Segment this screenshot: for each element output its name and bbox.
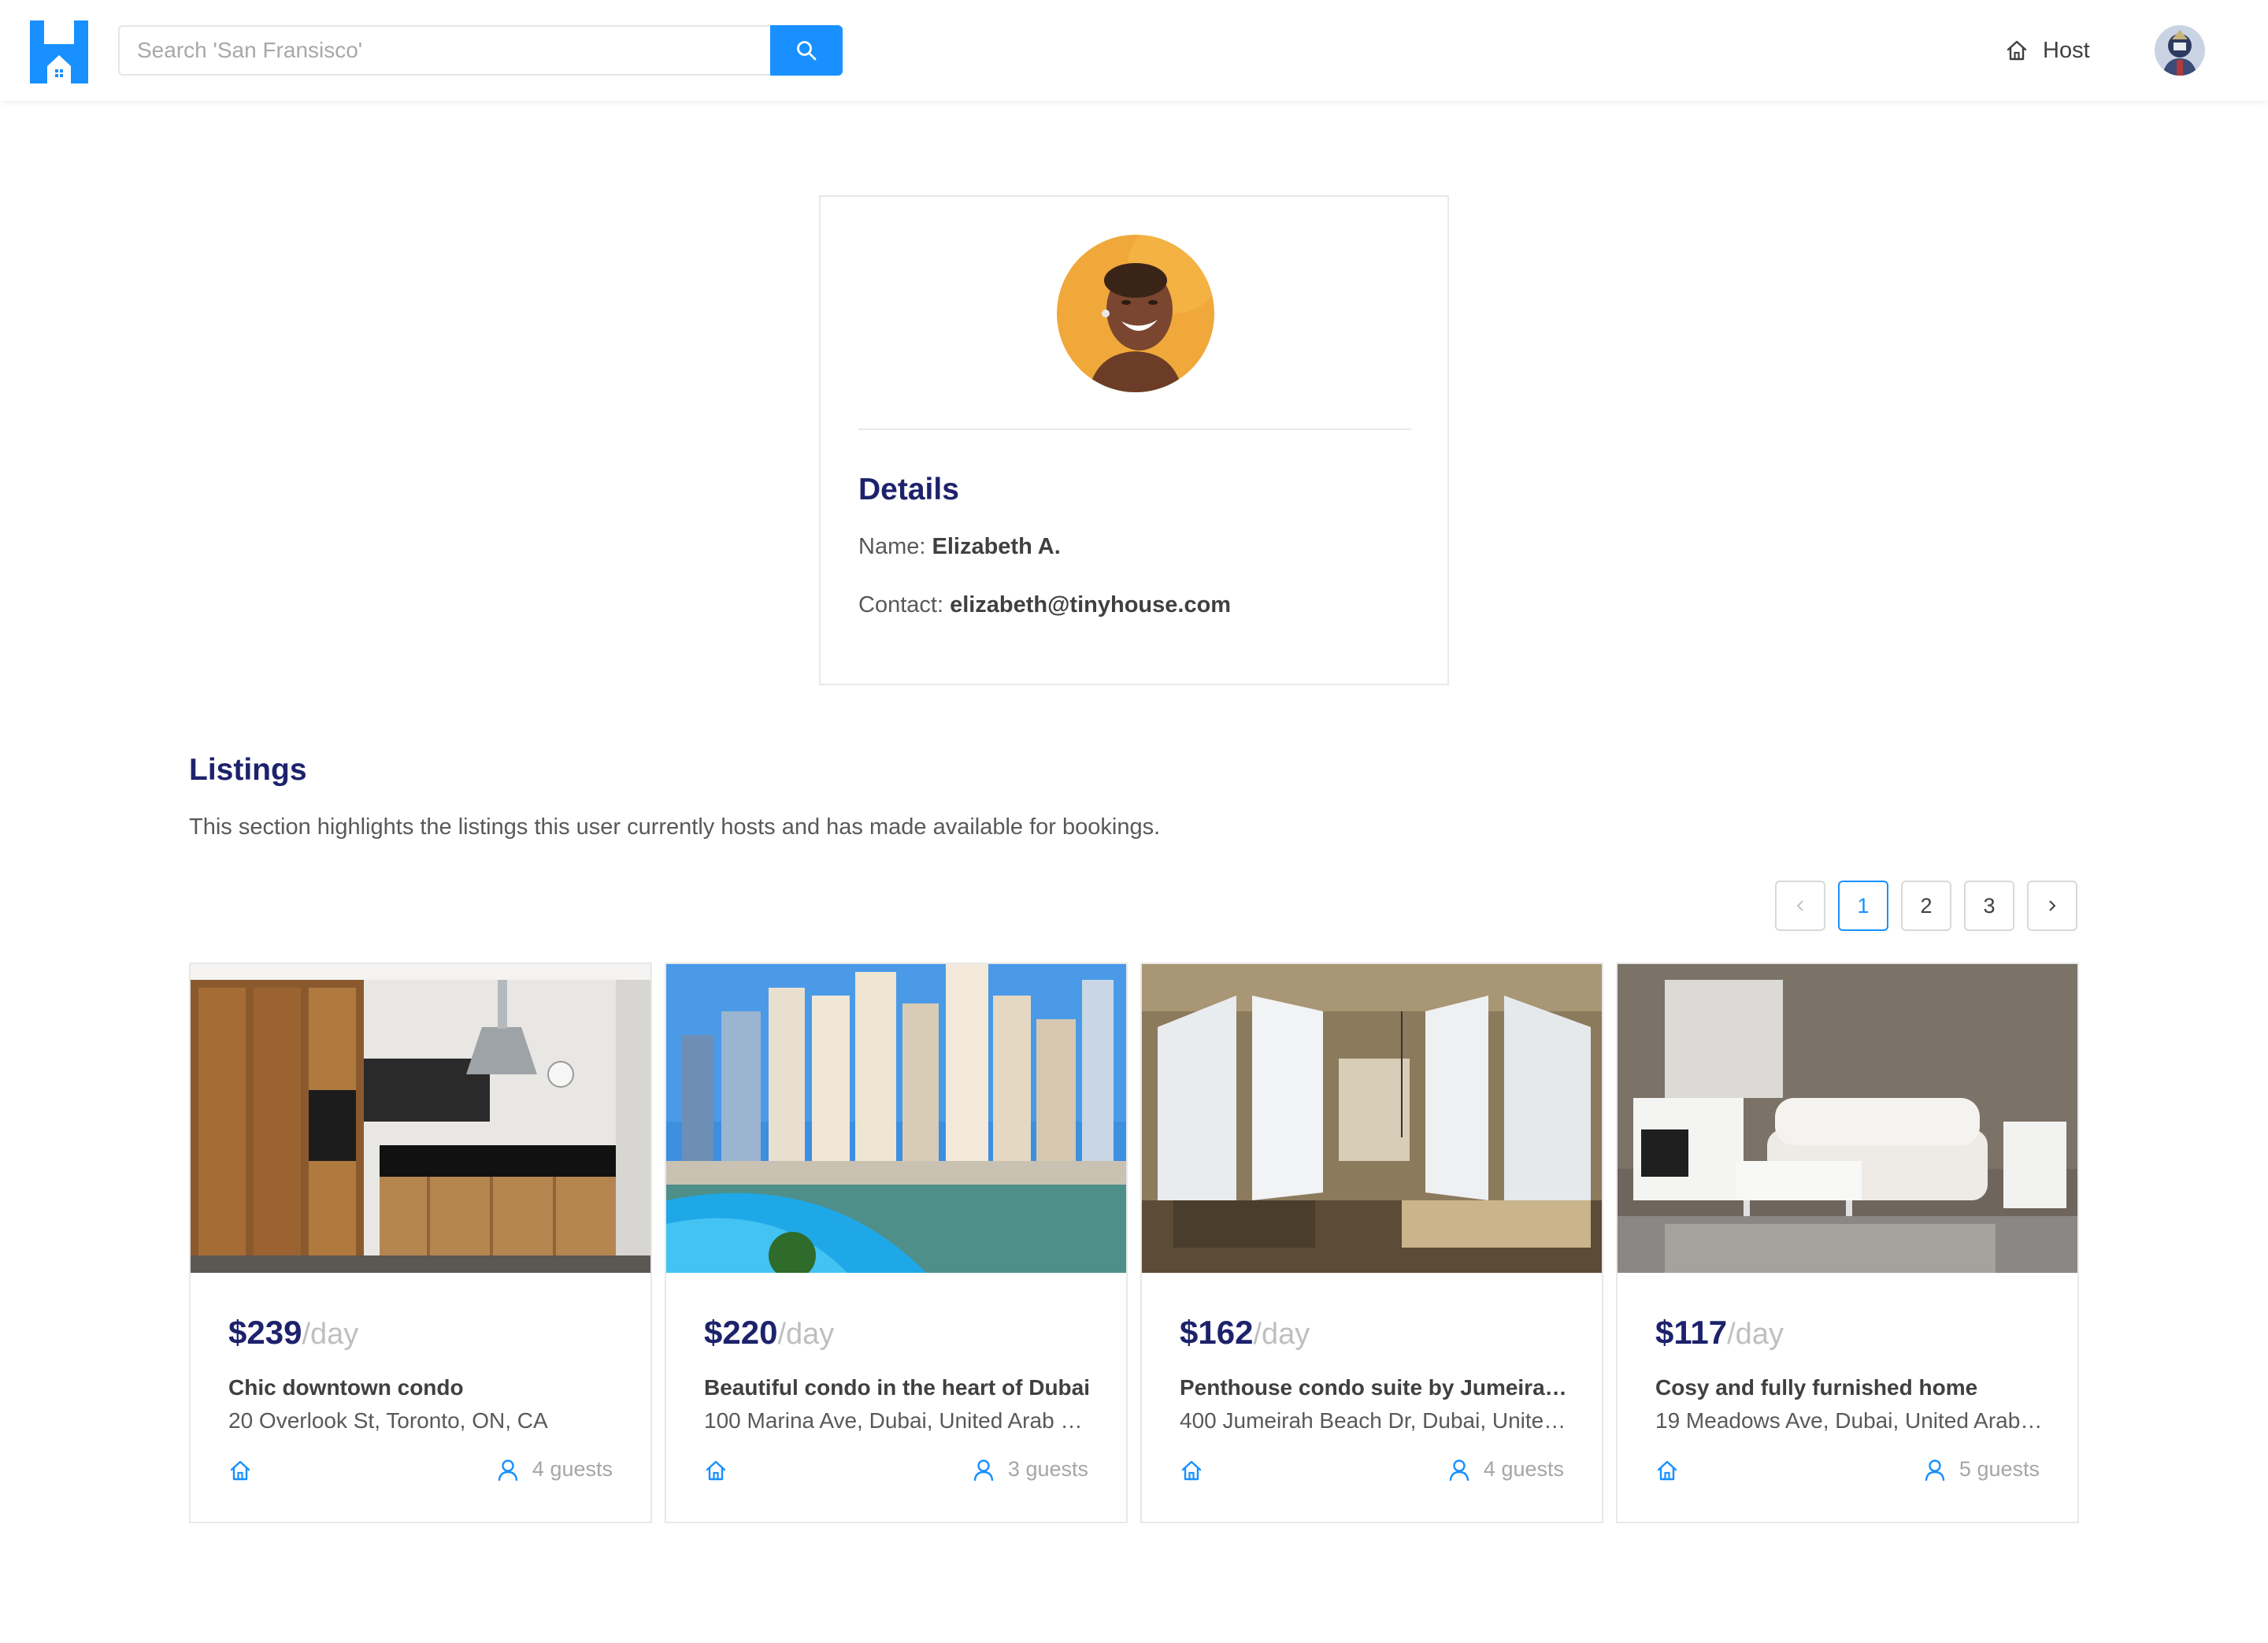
- search-icon: [797, 41, 817, 61]
- price-value: $162: [1180, 1314, 1254, 1351]
- home-icon: [2007, 40, 2027, 61]
- price-suffix: /day: [302, 1318, 359, 1351]
- listing-image-marina: [666, 964, 1126, 1273]
- price-value: $117: [1655, 1314, 1728, 1351]
- home-icon: [230, 1460, 250, 1481]
- listing-image-penthouse: [1142, 964, 1602, 1273]
- listing-image-kitchen: [191, 964, 650, 1273]
- guests-info: 4 guests: [498, 1457, 613, 1482]
- listing-card[interactable]: $117/day Cosy and fully furnished home 1…: [1616, 962, 2079, 1523]
- search-input[interactable]: [118, 25, 770, 76]
- name-label: Name:: [858, 534, 926, 559]
- listing-price: $239/day: [228, 1314, 358, 1352]
- listing-card[interactable]: $220/day Beautiful condo in the heart of…: [665, 962, 1128, 1523]
- listing-title: Chic downtown condo: [228, 1375, 464, 1400]
- listing-address: 19 Meadows Ave, Dubai, United Arab Emira…: [1655, 1408, 2043, 1433]
- price-value: $220: [704, 1314, 778, 1351]
- listing-address: 20 Overlook St, Toronto, ON, CA: [228, 1408, 548, 1433]
- user-icon: [498, 1459, 518, 1481]
- user-avatar[interactable]: [2155, 25, 2205, 76]
- profile-divider: [858, 428, 1411, 430]
- price-suffix: /day: [1727, 1318, 1784, 1351]
- listing-price: $117/day: [1655, 1314, 1784, 1352]
- guests-info: 3 guests: [973, 1457, 1088, 1482]
- pagination-page-2[interactable]: 2: [1901, 881, 1951, 931]
- name-value: Elizabeth A.: [932, 534, 1061, 559]
- host-link[interactable]: Host: [2005, 32, 2090, 69]
- contact-label: Contact:: [858, 592, 943, 618]
- avatar-image: [2155, 25, 2205, 76]
- home-icon: [706, 1460, 726, 1481]
- app-header: Host: [0, 0, 2268, 101]
- pagination-next-button[interactable]: [2027, 881, 2077, 931]
- guests-count: 4 guests: [1483, 1457, 1564, 1481]
- price-value: $239: [228, 1314, 302, 1351]
- guests-count: 4 guests: [532, 1457, 613, 1481]
- listing-title: Penthouse condo suite by Jumeirah Beach: [1180, 1375, 1567, 1400]
- tinyhouse-logo[interactable]: [30, 20, 88, 83]
- listing-title: Beautiful condo in the heart of Dubai: [704, 1375, 1090, 1400]
- user-icon: [1925, 1459, 1945, 1481]
- pagination: 1 2 3: [1775, 881, 2077, 931]
- search-bar: [118, 25, 843, 76]
- contact-value: elizabeth@tinyhouse.com: [950, 592, 1232, 618]
- guests-info: 4 guests: [1449, 1457, 1564, 1482]
- listing-price: $162/day: [1180, 1314, 1310, 1352]
- user-icon: [1449, 1459, 1469, 1481]
- profile-avatar: [1057, 235, 1214, 392]
- listing-card[interactable]: $239/day Chic downtown condo 20 Overlook…: [189, 962, 652, 1523]
- details-title: Details: [858, 473, 959, 506]
- chevron-right-icon: [2049, 900, 2056, 911]
- pagination-page-3[interactable]: 3: [1964, 881, 2014, 931]
- listings-title: Listings: [189, 753, 307, 787]
- listing-title: Cosy and fully furnished home: [1655, 1375, 1978, 1400]
- profile-photo: [1057, 235, 1214, 392]
- listing-price: $220/day: [704, 1314, 834, 1352]
- user-icon: [973, 1459, 994, 1481]
- guests-count: 5 guests: [1959, 1457, 2040, 1481]
- price-suffix: /day: [1253, 1318, 1310, 1351]
- listings-description: This section highlights the listings thi…: [189, 814, 1161, 840]
- pagination-page-1[interactable]: 1: [1838, 881, 1888, 931]
- detail-contact: Contact: elizabeth@tinyhouse.com: [858, 592, 1231, 618]
- guests-info: 5 guests: [1925, 1457, 2040, 1482]
- detail-name: Name: Elizabeth A.: [858, 534, 1061, 560]
- search-button[interactable]: [770, 25, 843, 76]
- guests-count: 3 guests: [1007, 1457, 1088, 1481]
- listing-address: 100 Marina Ave, Dubai, United Arab Emira…: [704, 1408, 1091, 1433]
- home-icon: [1657, 1460, 1677, 1481]
- home-icon: [1181, 1460, 1202, 1481]
- listing-address: 400 Jumeirah Beach Dr, Dubai, United Ara…: [1180, 1408, 1567, 1433]
- profile-card: Details Name: Elizabeth A. Contact: eliz…: [819, 195, 1449, 685]
- pagination-prev-button[interactable]: [1775, 881, 1825, 931]
- listing-card[interactable]: $162/day Penthouse condo suite by Jumeir…: [1140, 962, 1603, 1523]
- price-suffix: /day: [777, 1318, 835, 1351]
- host-label: Host: [2043, 37, 2090, 63]
- chevron-left-icon: [1796, 900, 1803, 911]
- listing-image-living-room: [1618, 964, 2077, 1273]
